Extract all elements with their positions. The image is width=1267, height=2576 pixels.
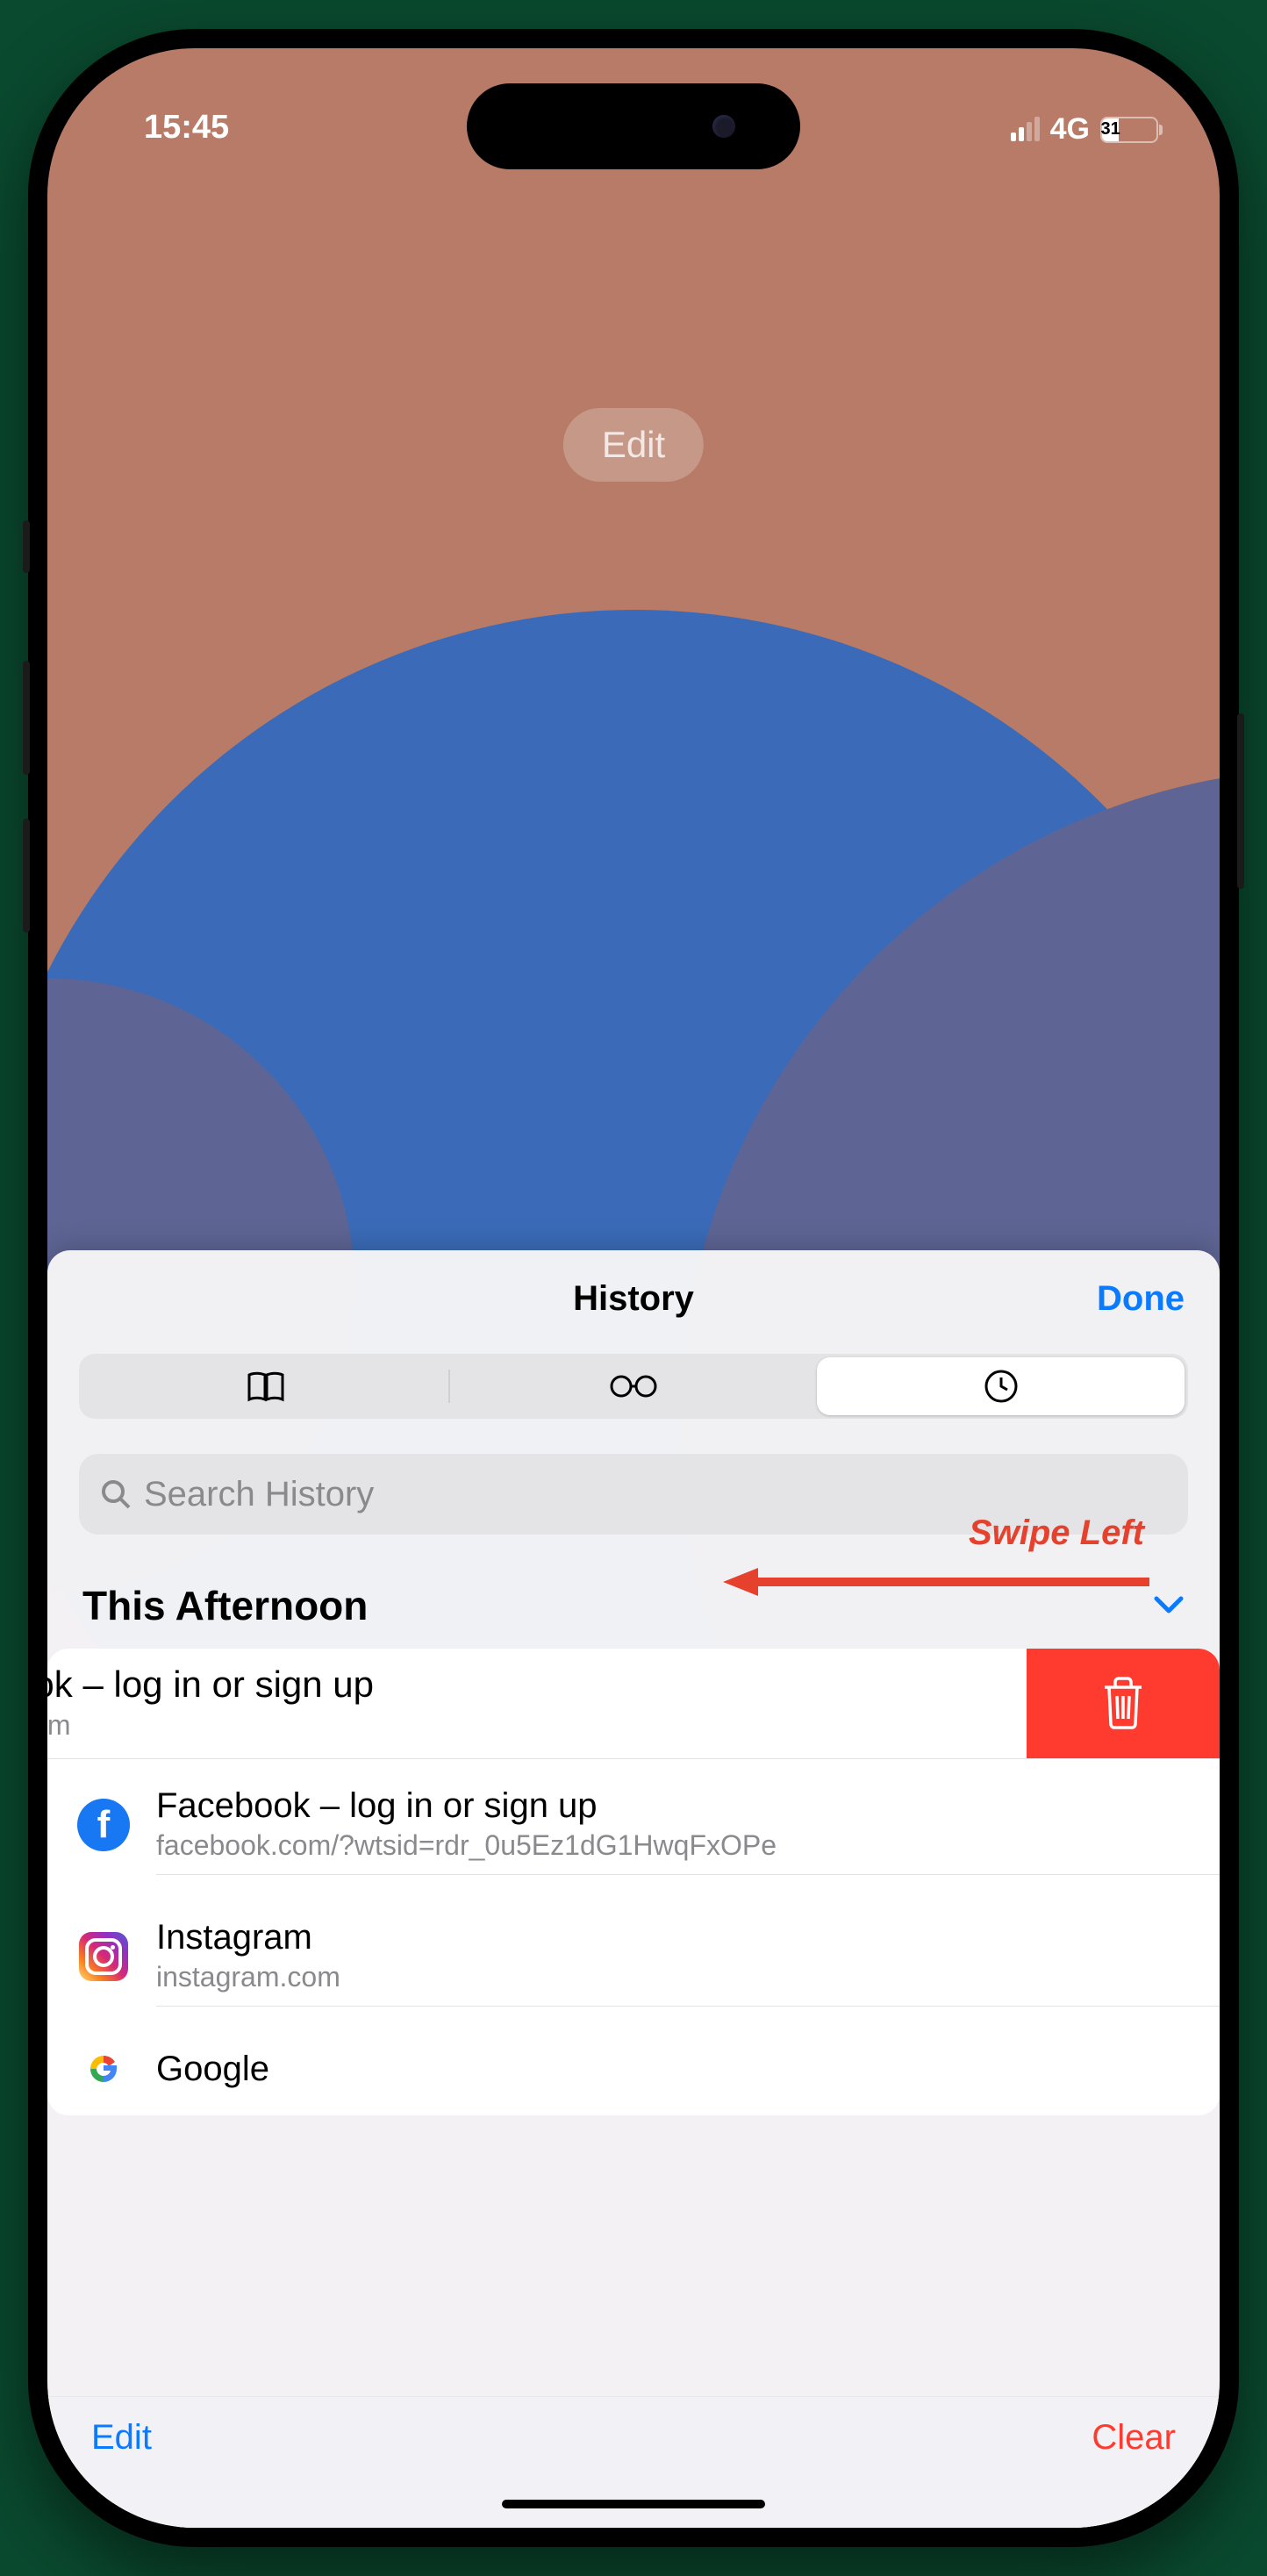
dynamic-island <box>467 83 800 169</box>
history-item-title: Instagram <box>156 1917 1193 1957</box>
battery-icon: 31 <box>1100 117 1158 143</box>
history-item-title: Facebook – log in or sign up <box>156 1785 1193 1826</box>
cellular-signal-icon <box>1011 118 1040 141</box>
instagram-icon <box>79 1932 128 1981</box>
facebook-icon: f <box>77 1799 130 1851</box>
done-button[interactable]: Done <box>1097 1279 1185 1319</box>
clock-icon <box>984 1369 1019 1404</box>
clear-button[interactable]: Clear <box>1092 2418 1176 2458</box>
swipe-left-arrow-icon <box>719 1564 1158 1599</box>
network-type: 4G <box>1050 112 1090 147</box>
safari-startpage-edit-button[interactable]: Edit <box>563 408 704 482</box>
bookmarks-segmented-control[interactable] <box>79 1354 1188 1419</box>
google-icon <box>77 2043 130 2095</box>
sheet-title: History <box>573 1279 694 1319</box>
tab-history[interactable] <box>817 1357 1185 1415</box>
history-item-subtitle: ebook.com <box>47 1707 913 1744</box>
home-indicator[interactable] <box>502 2500 765 2508</box>
history-item-title: Google <box>156 2049 1193 2089</box>
search-icon <box>100 1478 132 1510</box>
glasses-icon <box>609 1374 658 1399</box>
delete-button[interactable] <box>1027 1649 1220 1758</box>
edit-button[interactable]: Edit <box>91 2418 152 2458</box>
history-sheet: History Done <box>47 1250 1220 2528</box>
tab-reading-list[interactable] <box>450 1357 818 1415</box>
history-item-title: acebook – log in or sign up <box>47 1664 913 1706</box>
history-item-subtitle: facebook.com/?wtsid=rdr_0u5Ez1dG1HwqFxOP… <box>156 1828 1193 1864</box>
search-placeholder: Search History <box>144 1475 374 1514</box>
history-row-swiped[interactable]: acebook – log in or sign up ebook.com <box>47 1649 1220 1759</box>
annotation-label: Swipe Left <box>969 1513 1144 1553</box>
history-row[interactable]: Instagram instagram.com <box>47 1891 1220 2022</box>
history-list: acebook – log in or sign up ebook.com f … <box>47 1649 1220 2115</box>
history-item-subtitle: instagram.com <box>156 1959 1193 1996</box>
book-icon <box>246 1370 286 1403</box>
history-row[interactable]: f Facebook – log in or sign up facebook.… <box>47 1759 1220 1891</box>
trash-icon <box>1098 1677 1149 1731</box>
history-row[interactable]: Google <box>47 2022 1220 2115</box>
tab-bookmarks[interactable] <box>82 1357 450 1415</box>
